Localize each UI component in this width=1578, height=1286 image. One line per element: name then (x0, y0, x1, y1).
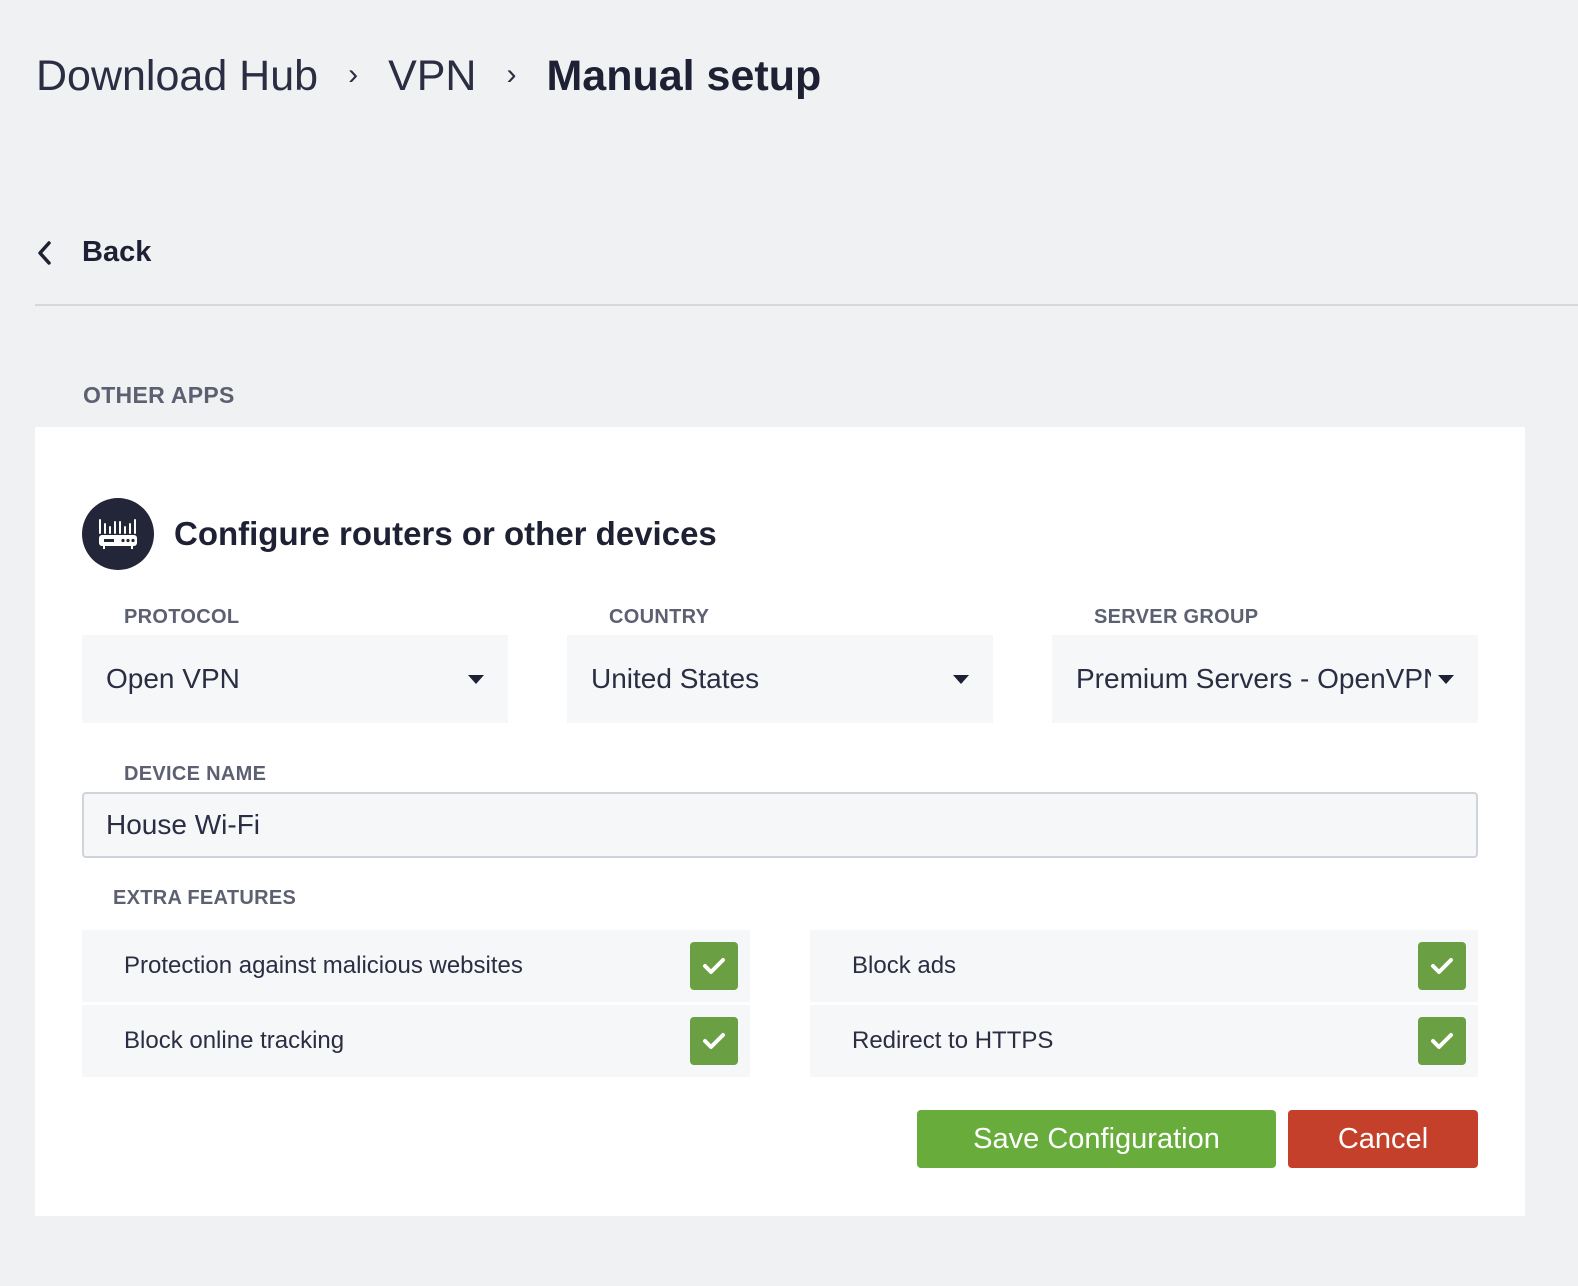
breadcrumb-item-vpn[interactable]: VPN (388, 52, 476, 101)
back-button[interactable]: Back (34, 236, 151, 269)
feature-block-ads[interactable]: Block ads (810, 930, 1478, 1002)
breadcrumb-current: Manual setup (546, 52, 822, 100)
device-name-input[interactable] (82, 792, 1478, 858)
checkbox-checked[interactable] (690, 942, 738, 990)
checkbox-checked[interactable] (1418, 1017, 1466, 1065)
protocol-select[interactable]: Open VPN (82, 635, 508, 723)
feature-block-tracking[interactable]: Block online tracking (82, 1005, 750, 1077)
checkmark-icon (1431, 958, 1453, 974)
checkbox-checked[interactable] (690, 1017, 738, 1065)
breadcrumb-item-download-hub[interactable]: Download Hub (36, 52, 318, 101)
cancel-button[interactable]: Cancel (1288, 1110, 1478, 1168)
checkmark-icon (703, 1033, 725, 1049)
server-group-select[interactable]: Premium Servers - OpenVPN (1052, 635, 1478, 723)
breadcrumb-separator-icon: › (506, 57, 517, 91)
router-icon (82, 498, 154, 570)
country-value: United States (591, 663, 760, 694)
back-label: Back (82, 236, 152, 268)
caret-down-icon (953, 675, 969, 684)
breadcrumb: Download Hub › VPN › Manual setup (36, 52, 821, 101)
chevron-left-icon (38, 240, 51, 265)
caret-down-icon (468, 675, 484, 684)
save-configuration-button[interactable]: Save Configuration (917, 1110, 1276, 1168)
configure-card: Configure routers or other devices PROTO… (35, 427, 1525, 1216)
divider (35, 304, 1578, 306)
checkmark-icon (1431, 1033, 1453, 1049)
protocol-value: Open VPN (106, 663, 240, 694)
feature-label: Block ads (852, 952, 957, 979)
feature-redirect-https[interactable]: Redirect to HTTPS (810, 1005, 1478, 1077)
card-title: Configure routers or other devices (174, 515, 717, 552)
device-name-label: DEVICE NAME (124, 763, 267, 785)
section-title: OTHER APPS (83, 382, 235, 408)
server-group-value: Premium Servers - OpenVPN (1076, 663, 1431, 694)
caret-down-icon (1438, 675, 1454, 684)
feature-malicious-websites[interactable]: Protection against malicious websites (82, 930, 750, 1002)
card-header: Configure routers or other devices (82, 498, 717, 570)
checkmark-icon (703, 958, 725, 974)
feature-label: Protection against malicious websites (124, 952, 523, 979)
feature-label: Redirect to HTTPS (852, 1027, 1054, 1054)
checkbox-checked[interactable] (1418, 942, 1466, 990)
protocol-label: PROTOCOL (124, 606, 240, 628)
country-select[interactable]: United States (567, 635, 993, 723)
server-group-label: SERVER GROUP (1094, 606, 1259, 628)
country-label: COUNTRY (609, 606, 710, 628)
feature-label: Block online tracking (124, 1027, 345, 1054)
extra-features-label: EXTRA FEATURES (113, 887, 297, 909)
breadcrumb-separator-icon: › (348, 57, 359, 91)
